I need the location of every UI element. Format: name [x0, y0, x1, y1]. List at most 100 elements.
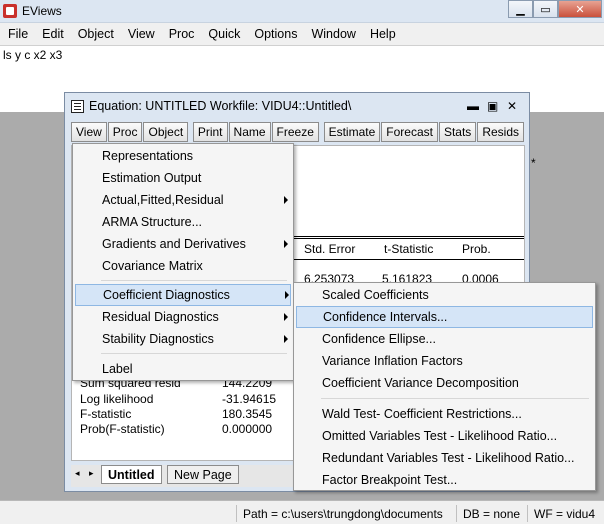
view-menu-label[interactable]: Label: [73, 358, 293, 380]
stat-value-probf: 0.000000: [222, 422, 273, 436]
menu-label: Gradients and Derivatives: [102, 237, 246, 251]
menu-object[interactable]: Object: [71, 27, 121, 41]
view-menu-covariance-matrix[interactable]: Covariance Matrix: [73, 255, 293, 277]
menu-label: Omitted Variables Test - Likelihood Rati…: [322, 429, 558, 443]
stat-label-probf: Prob(F-statistic): [80, 422, 165, 436]
menu-file[interactable]: File: [1, 27, 35, 41]
table-header-rule: [292, 259, 524, 260]
menu-help[interactable]: Help: [363, 27, 403, 41]
eq-maximize-button[interactable]: ▣: [487, 99, 498, 113]
status-wf: WF = vidu4: [527, 505, 601, 522]
menu-label: Factor Breakpoint Test...: [322, 473, 458, 487]
submenu-confidence-ellipse[interactable]: Confidence Ellipse...: [294, 328, 595, 350]
toolbar-name-button[interactable]: Name: [228, 122, 271, 142]
eviews-app-icon: [3, 4, 17, 18]
header-t-statistic: t-Statistic: [384, 242, 434, 256]
submenu-coef-variance-decomposition[interactable]: Coefficient Variance Decomposition: [294, 372, 595, 394]
tab-scroll-right-icon[interactable]: ▸: [89, 468, 94, 479]
menu-label: ARMA Structure...: [102, 215, 203, 229]
menu-view[interactable]: View: [121, 27, 162, 41]
menu-separator: [321, 398, 589, 399]
menu-label: Redundant Variables Test - Likelihood Ra…: [322, 451, 575, 465]
menu-separator: [101, 280, 287, 281]
submenu-arrow-icon: [284, 196, 288, 204]
submenu-arrow-icon: [284, 335, 288, 343]
star-marker: *: [531, 156, 536, 170]
menu-label: Label: [102, 362, 133, 376]
menu-bar: File Edit Object View Proc Quick Options…: [0, 23, 604, 46]
menu-label: Residual Diagnostics: [102, 310, 219, 324]
submenu-redundant-variables-test[interactable]: Redundant Variables Test - Likelihood Ra…: [294, 447, 595, 469]
menu-label: Estimation Output: [102, 171, 202, 185]
view-menu-gradients[interactable]: Gradients and Derivatives: [73, 233, 293, 255]
app-title-bar: EViews ▁ ▭ ✕: [0, 0, 604, 23]
view-menu-residual-diagnostics[interactable]: Residual Diagnostics: [73, 306, 293, 328]
minimize-button[interactable]: ▁: [508, 0, 533, 18]
submenu-variance-inflation-factors[interactable]: Variance Inflation Factors: [294, 350, 595, 372]
toolbar-forecast-button[interactable]: Forecast: [381, 122, 438, 142]
menu-label: Representations: [102, 149, 194, 163]
app-title: EViews: [22, 4, 62, 18]
eq-close-button[interactable]: ✕: [507, 99, 517, 113]
menu-label: Confidence Intervals...: [323, 310, 448, 324]
menu-separator: [101, 353, 287, 354]
menu-label: Scaled Coefficients: [322, 288, 429, 302]
menu-label: Variance Inflation Factors: [322, 354, 463, 368]
submenu-arrow-icon: [285, 291, 289, 299]
status-db: DB = none: [456, 505, 526, 522]
menu-label: Coefficient Diagnostics: [103, 288, 230, 302]
toolbar-freeze-button[interactable]: Freeze: [271, 122, 319, 142]
menu-label: Wald Test- Coefficient Restrictions...: [322, 407, 522, 421]
view-menu-representations[interactable]: Representations: [73, 145, 293, 167]
menu-label: Stability Diagnostics: [102, 332, 214, 346]
maximize-button[interactable]: ▭: [533, 0, 558, 18]
status-bar: Path = c:\users\trungdong\documents DB =…: [0, 500, 604, 524]
tab-untitled[interactable]: Untitled: [101, 465, 162, 484]
submenu-factor-breakpoint-test[interactable]: Factor Breakpoint Test...: [294, 469, 595, 491]
stat-label-fstat: F-statistic: [80, 407, 132, 421]
toolbar-print-button[interactable]: Print: [192, 122, 228, 142]
stat-value-loglik: -31.94615: [222, 392, 277, 406]
view-menu: Representations Estimation Output Actual…: [72, 143, 294, 381]
header-std-error: Std. Error: [304, 242, 356, 256]
submenu-scaled-coefficients[interactable]: Scaled Coefficients: [294, 284, 595, 306]
table-top-rule: [292, 236, 524, 237]
stat-label-loglik: Log likelihood: [80, 392, 154, 406]
equation-window-title: Equation: UNTITLED Workfile: VIDU4::Unti…: [89, 99, 352, 113]
toolbar-proc-button[interactable]: Proc: [107, 122, 143, 142]
menu-label: Confidence Ellipse...: [322, 332, 436, 346]
menu-edit[interactable]: Edit: [35, 27, 71, 41]
menu-options[interactable]: Options: [247, 27, 304, 41]
menu-window[interactable]: Window: [304, 27, 362, 41]
submenu-omitted-variables-test[interactable]: Omitted Variables Test - Likelihood Rati…: [294, 425, 595, 447]
view-menu-actual-fitted-residual[interactable]: Actual,Fitted,Residual: [73, 189, 293, 211]
eq-minimize-button[interactable]: ▬: [467, 99, 479, 113]
equation-toolbar: View Proc Object Print Name Freeze Estim…: [71, 122, 525, 143]
submenu-arrow-icon: [284, 240, 288, 248]
command-text: ls y c x2 x3: [3, 48, 63, 62]
menu-proc[interactable]: Proc: [162, 27, 202, 41]
submenu-confidence-intervals[interactable]: Confidence Intervals...: [296, 306, 593, 328]
toolbar-view-button[interactable]: View: [71, 122, 107, 142]
toolbar-object-button[interactable]: Object: [143, 122, 189, 142]
view-menu-coefficient-diagnostics[interactable]: Coefficient Diagnostics: [75, 284, 291, 306]
menu-quick[interactable]: Quick: [201, 27, 247, 41]
table-top-rule-2: [292, 238, 524, 239]
view-menu-stability-diagnostics[interactable]: Stability Diagnostics: [73, 328, 293, 350]
submenu-arrow-icon: [284, 313, 288, 321]
toolbar-estimate-button[interactable]: Estimate: [323, 122, 381, 142]
menu-label: Covariance Matrix: [102, 259, 203, 273]
view-menu-estimation-output[interactable]: Estimation Output: [73, 167, 293, 189]
view-menu-arma-structure[interactable]: ARMA Structure...: [73, 211, 293, 233]
coefficient-diagnostics-submenu: Scaled Coefficients Confidence Intervals…: [293, 282, 596, 491]
menu-label: Actual,Fitted,Residual: [102, 193, 224, 207]
tab-new-page[interactable]: New Page: [167, 465, 239, 484]
tab-scroll-left-icon[interactable]: ◂: [75, 468, 80, 479]
close-button[interactable]: ✕: [558, 0, 602, 18]
header-prob: Prob.: [462, 242, 491, 256]
stat-value-fstat: 180.3545: [222, 407, 273, 421]
equation-window-icon: [71, 100, 84, 113]
toolbar-resids-button[interactable]: Resids: [477, 122, 524, 142]
toolbar-stats-button[interactable]: Stats: [438, 122, 477, 142]
submenu-wald-test[interactable]: Wald Test- Coefficient Restrictions...: [294, 403, 595, 425]
